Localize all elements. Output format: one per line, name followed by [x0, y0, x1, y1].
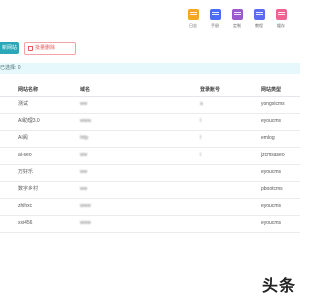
- site-type-cell: emlog: [261, 135, 275, 141]
- table-row[interactable]: ai-seo ww i jzcmsaseo: [0, 148, 300, 165]
- action-bar: 新网站 批量删除: [0, 42, 300, 55]
- selection-count: 已选择: 0: [0, 65, 21, 71]
- batch-delete-label: 批量删除: [35, 45, 56, 51]
- site-type-cell: eyoucms: [261, 118, 282, 124]
- toolbar-item-log[interactable]: 日志: [182, 6, 204, 29]
- toolbar-item-custom[interactable]: 定制: [226, 6, 248, 29]
- site-name-cell: 测试: [18, 101, 29, 107]
- site-type-cell: pbootcms: [261, 186, 283, 192]
- trash-icon: [28, 46, 33, 51]
- table-header: 网站名称 域名 登录账号 网站类型: [0, 84, 300, 97]
- site-type-cell: yongxicms: [261, 101, 285, 107]
- toolbar-item-cache[interactable]: 缓存: [270, 6, 292, 29]
- table-row[interactable]: xxi456 www eyoucms: [0, 216, 300, 233]
- site-type-cell: eyoucms: [261, 169, 282, 175]
- site-type-cell: jzcmsaseo: [261, 152, 285, 158]
- add-website-button[interactable]: 新网站: [0, 42, 19, 54]
- table-row[interactable]: 万好乐 ww eyoucms: [0, 165, 300, 182]
- login-account-cell: l: [200, 118, 202, 124]
- custom-icon: [231, 9, 243, 20]
- site-name-cell: AI助理3.0: [18, 118, 40, 124]
- header-login-account[interactable]: 登录账号: [200, 84, 258, 96]
- login-account-cell: l: [200, 135, 202, 141]
- toolbar-item-label: 教程: [255, 23, 263, 28]
- header-site-name[interactable]: 网站名称: [18, 84, 73, 96]
- toolbar-item-tutorial[interactable]: 教程: [248, 6, 270, 29]
- table-body: 测试 ww a yongxicms AI助理3.0 www. l eyoucms AI阁 http…: [0, 97, 300, 233]
- site-type-cell: eyoucms: [261, 220, 282, 226]
- site-name-cell: xxi456: [18, 220, 33, 226]
- manual-icon: [209, 9, 221, 20]
- site-name-cell: 万好乐: [18, 169, 34, 175]
- domain-cell: ww: [80, 186, 88, 192]
- toolbar-item-label: 手册: [211, 23, 219, 28]
- domain-cell: ww: [80, 101, 88, 107]
- domain-cell: www: [80, 203, 91, 209]
- site-name-cell: 数字乡村: [18, 186, 39, 192]
- table-row[interactable]: AI助理3.0 www. l eyoucms: [0, 114, 300, 131]
- domain-cell: http: [80, 135, 89, 141]
- login-account-cell: i: [200, 152, 202, 158]
- cache-icon: [275, 9, 287, 20]
- toolbar-icons: 日志 手册 定制 教程 缓存: [182, 6, 292, 29]
- domain-cell: www.: [80, 118, 92, 124]
- watermark: 头条: [261, 276, 296, 295]
- batch-delete-button[interactable]: 批量删除: [24, 42, 76, 55]
- table-row[interactable]: 测试 ww a yongxicms: [0, 97, 300, 114]
- toolbar-item-label: 缓存: [277, 23, 285, 28]
- tutorial-icon: [253, 9, 265, 20]
- site-name-cell: AI阁: [18, 135, 28, 141]
- selection-count-bar: 已选择: 0: [0, 63, 300, 74]
- table-row[interactable]: AI阁 http l emlog: [0, 131, 300, 148]
- toolbar-item-label: 定制: [233, 23, 241, 28]
- header-site-type[interactable]: 网站类型: [261, 84, 300, 96]
- toolbar-item-manual[interactable]: 手册: [204, 6, 226, 29]
- site-name-cell: zhihxc: [18, 203, 33, 209]
- login-account-cell: a: [200, 101, 203, 107]
- domain-cell: www: [80, 220, 91, 226]
- domain-cell: ww: [80, 169, 88, 175]
- site-type-cell: eyoucms: [261, 203, 282, 209]
- log-icon: [187, 9, 199, 20]
- site-name-cell: ai-seo: [18, 152, 32, 158]
- toolbar-item-label: 日志: [189, 23, 197, 28]
- website-table: 网站名称 域名 登录账号 网站类型 测试 ww a yongxicms AI助理3.0 w…: [0, 84, 300, 233]
- header-domain[interactable]: 域名: [80, 84, 195, 96]
- table-row[interactable]: zhihxc www eyoucms: [0, 199, 300, 216]
- table-row[interactable]: 数字乡村 ww pbootcms: [0, 182, 300, 199]
- domain-cell: ww: [80, 152, 88, 158]
